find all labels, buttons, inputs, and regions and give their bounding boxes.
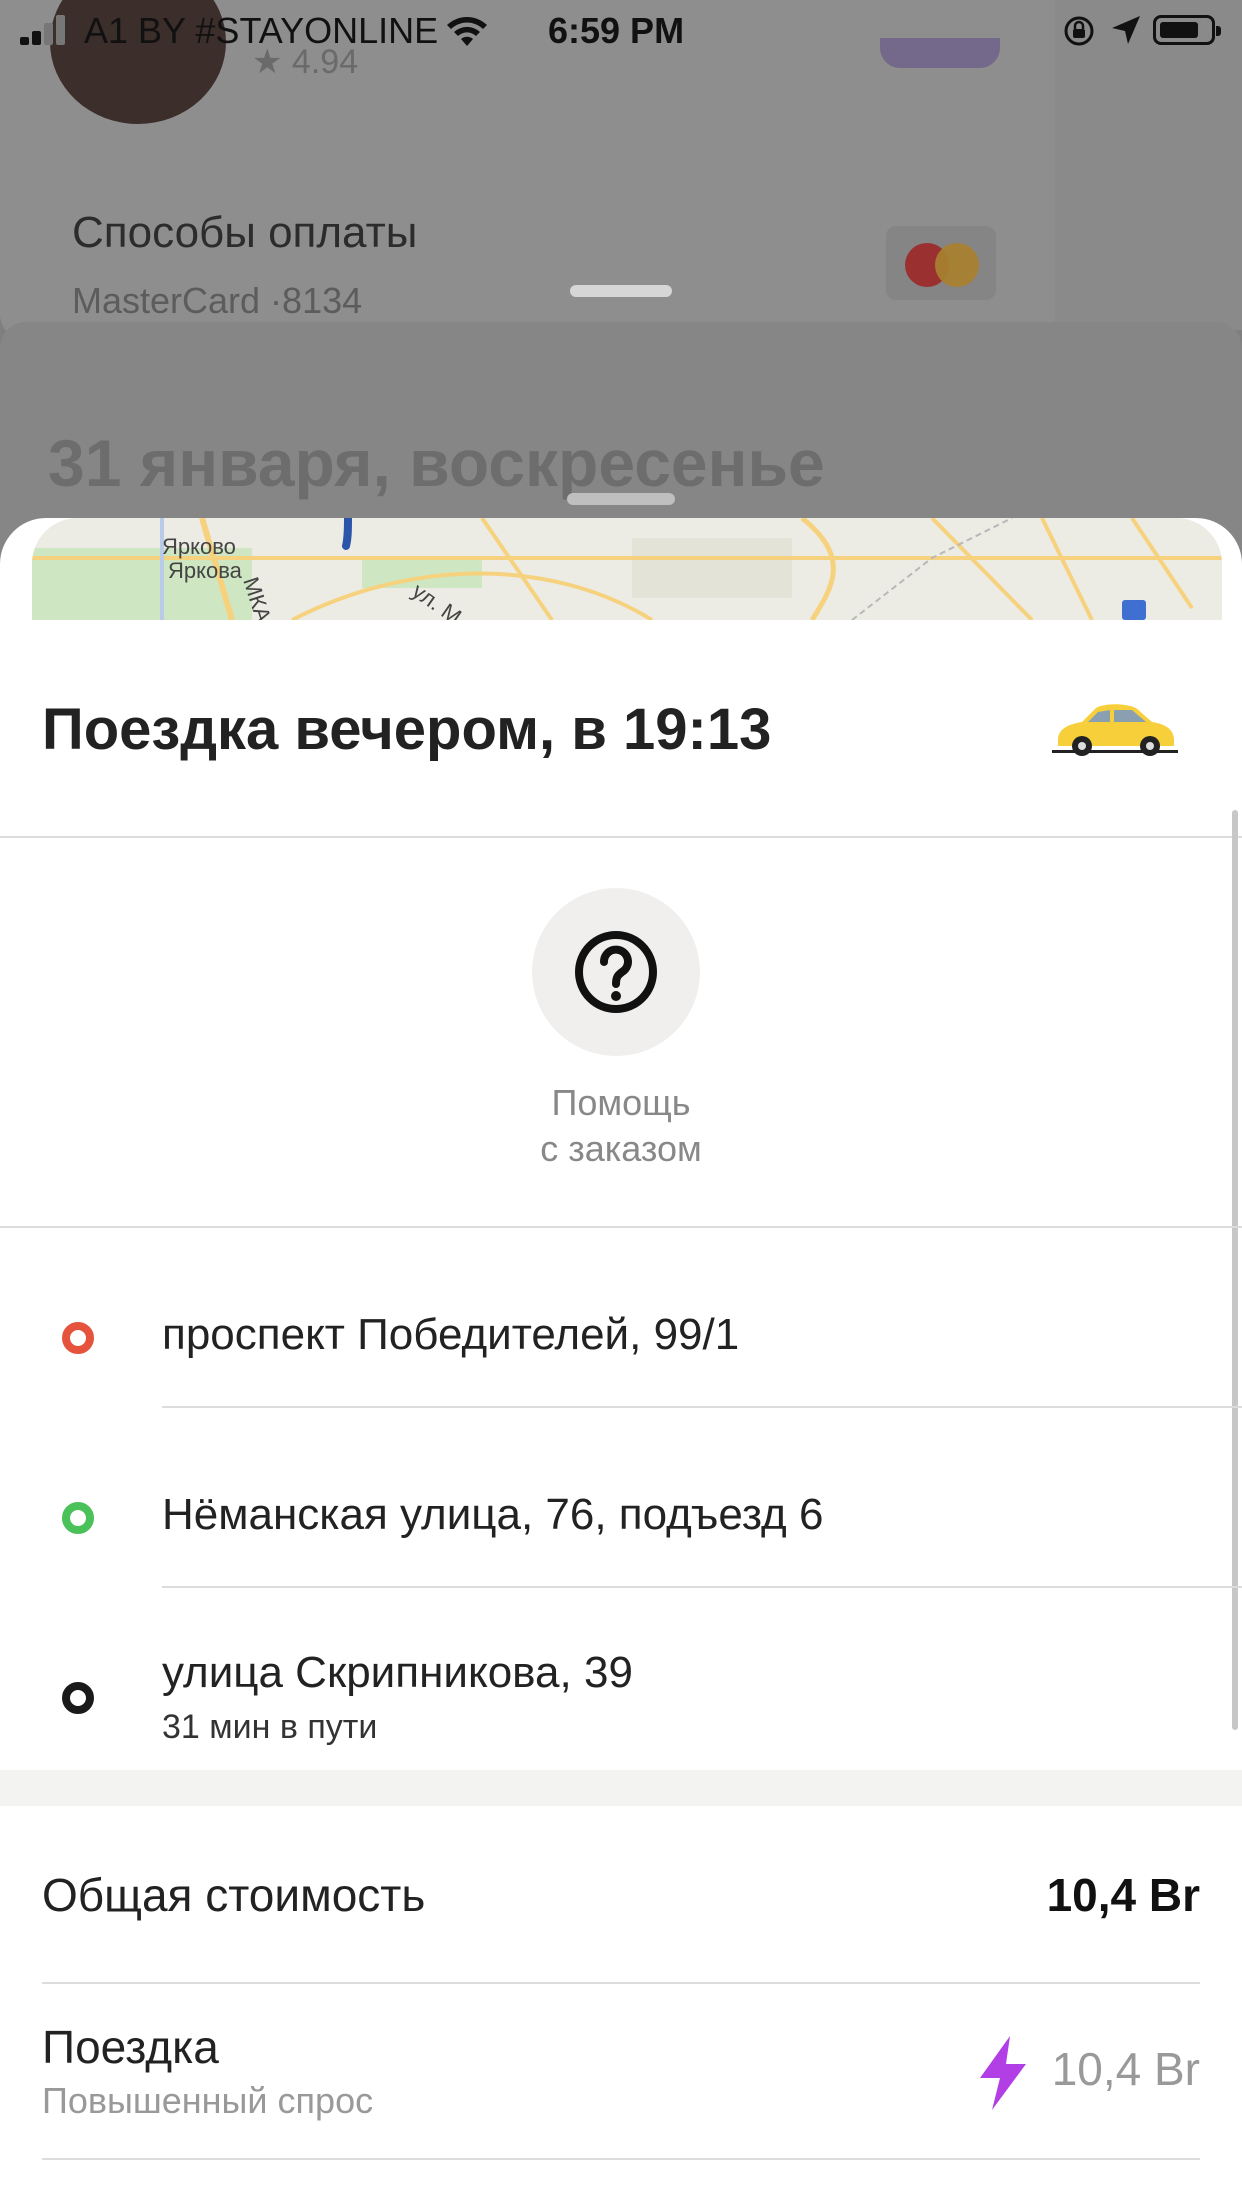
total-cost-value: 10,4 Br [1046,1869,1200,1921]
scrollbar[interactable] [1232,810,1238,1730]
route-point-stop-dot [62,1502,94,1534]
route-point-start-dot [62,1322,94,1354]
help-button[interactable] [532,888,700,1056]
help-label-line2: с заказом [540,1128,702,1169]
order-details-sheet: Ярково Яркова МКАД ул. М Поездка вечером… [0,518,1242,2208]
divider [42,1982,1200,1984]
route-duration: 31 мин в пути [162,1708,378,1746]
drag-handle-top[interactable] [570,285,672,297]
divider [162,1406,1242,1408]
surge-lightning-icon [980,2036,1026,2110]
route-point-stop[interactable]: Нёманская улица, 76, подъезд 6 [162,1490,823,1540]
divider [162,1586,1242,1588]
total-cost-label: Общая стоимость [42,1869,426,1921]
ride-label: Поездка [42,2021,219,2073]
map-label-yarkovo: Ярково [162,534,236,559]
rotation-lock-icon [1064,16,1094,46]
status-bar: A1 BY #STAYONLINE 6:59 PM [0,0,1242,62]
route-point-end[interactable]: улица Скрипникова, 39 [162,1648,633,1698]
question-icon [575,931,657,1013]
route-point-start[interactable]: проспект Победителей, 99/1 [162,1310,739,1360]
battery-icon [1153,15,1221,45]
divider [0,1226,1242,1228]
route-point-end-dot [62,1682,94,1714]
divider [0,836,1242,838]
ride-sub-label: Повышенный спрос [42,2080,374,2121]
signal-icon [20,15,65,45]
carrier-label: A1 BY #STAYONLINE [84,10,439,51]
help-label[interactable]: Помощь с заказом [421,1080,821,1172]
route-map[interactable]: Ярково Яркова МКАД ул. М [32,518,1222,620]
clock: 6:59 PM [548,10,685,51]
date-title: 31 января, воскресенье [48,426,825,500]
trip-title: Поездка вечером, в 19:13 [42,697,772,762]
map-label-yarkova: Яркова [168,558,242,583]
ride-price: 10,4 Br [1051,2043,1200,2095]
section-separator [0,1770,1242,1806]
location-arrow-icon [1112,16,1140,44]
help-label-line1: Помощь [551,1082,691,1123]
taxi-car-icon [1052,704,1178,756]
divider [42,2158,1200,2160]
payment-card-label: MasterCard ·8134 [72,280,363,321]
wifi-icon [447,17,487,46]
mastercard-circle-orange [935,243,979,287]
payment-methods-title: Способы оплаты [72,208,418,257]
drag-handle-sheet[interactable] [567,493,675,505]
